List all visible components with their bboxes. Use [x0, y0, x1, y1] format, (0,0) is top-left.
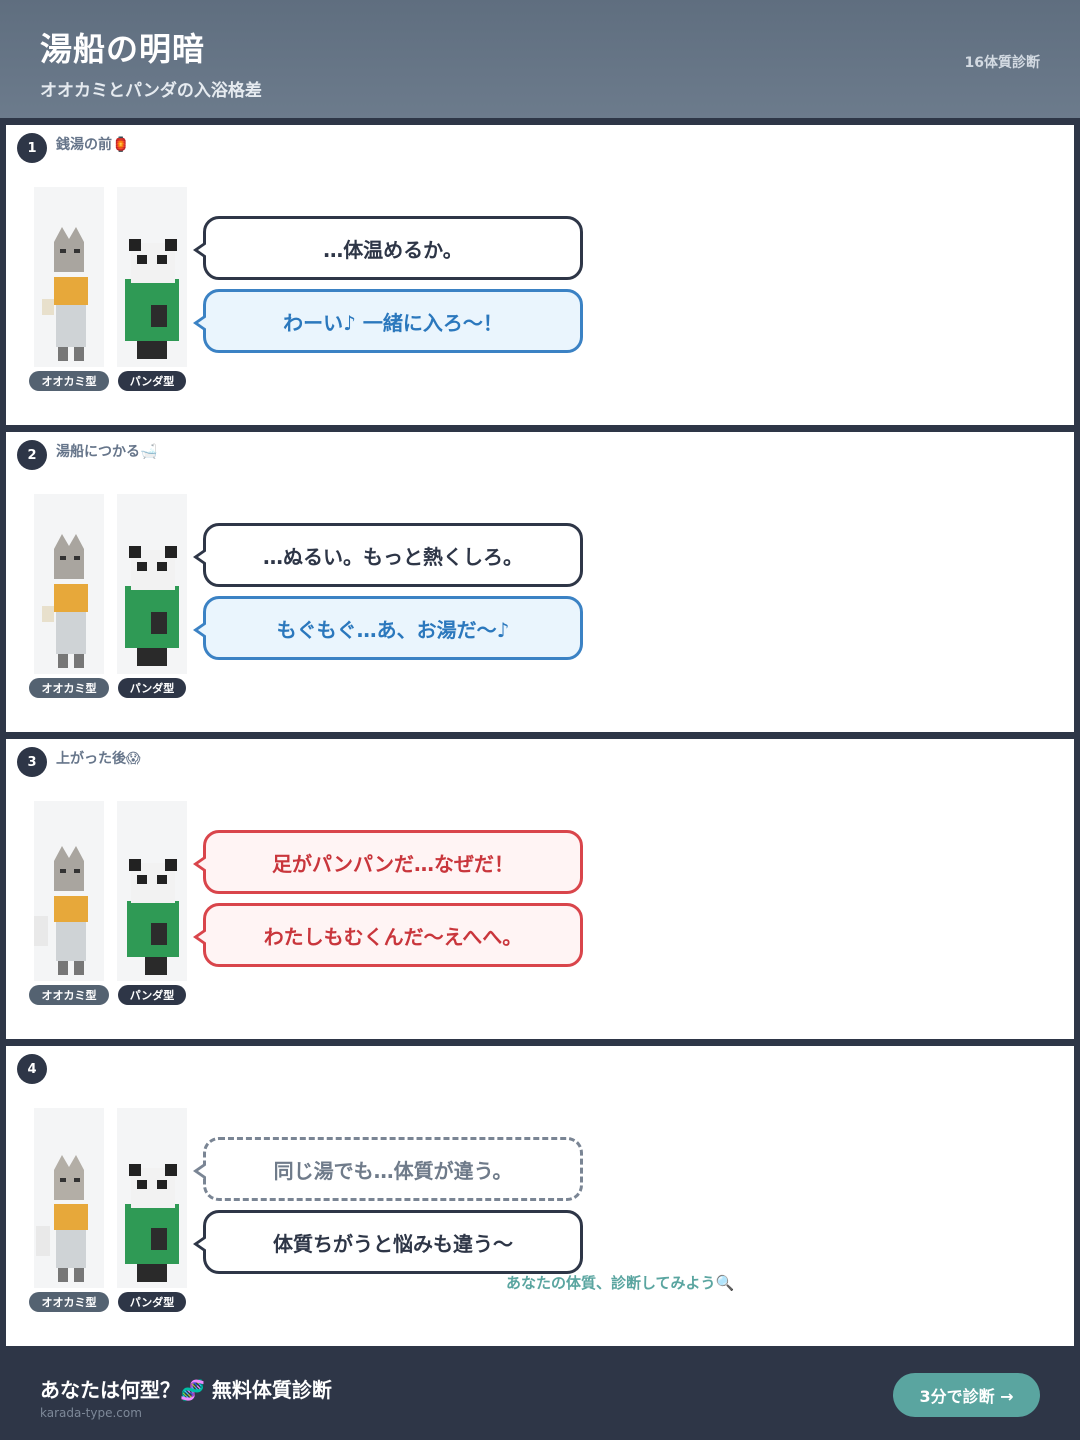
panda-character-image	[117, 494, 187, 674]
panel-number: 1	[17, 133, 47, 163]
comic-panel-1: 1 銭湯の前🏮 オオカミ型 パンダ型 …体温めるか。 わーい♪ 一緒に入ろ〜！	[6, 125, 1074, 425]
comic-panel-3: 3 上がった後😱 オオカミ型 パンダ型 足がパンパンだ…なぜだ！ わたしもむくん…	[6, 739, 1074, 1039]
start-diagnosis-button[interactable]: 3分で診断 →	[893, 1373, 1040, 1417]
header: 湯船の明暗 オオカミとパンダの入浴格差 16体質診断	[0, 0, 1080, 118]
panel-number: 2	[17, 440, 47, 470]
wolf-character-image	[34, 494, 104, 674]
wolf-speech-bubble: 足がパンパンだ…なぜだ！	[193, 830, 583, 894]
scene-caption: 上がった後😱	[56, 751, 141, 767]
panda-type-label: パンダ型	[118, 678, 186, 698]
wolf-character-image	[34, 1108, 104, 1288]
footer-banner: あなたは何型？🧬 無料体質診断 karada-type.com 3分で診断 →	[0, 1348, 1080, 1440]
wolf-speech-bubble: …体温めるか。	[193, 216, 583, 280]
page-subtitle: オオカミとパンダの入浴格差	[40, 81, 262, 101]
brand-tag: 16体質診断	[964, 55, 1040, 71]
wolf-type-label: オオカミ型	[29, 678, 109, 698]
panda-type-label: パンダ型	[118, 985, 186, 1005]
panda-character-image	[117, 1108, 187, 1288]
thought-bubble: 同じ湯でも…体質が違う。	[193, 1137, 583, 1201]
panda-speech-bubble: わーい♪ 一緒に入ろ〜！	[193, 289, 583, 353]
wolf-type-label: オオカミ型	[29, 371, 109, 391]
site-url[interactable]: karada-type.com	[40, 1406, 142, 1420]
panda-type-label: パンダ型	[118, 1292, 186, 1312]
wolf-character-image	[34, 187, 104, 367]
wolf-type-label: オオカミ型	[29, 985, 109, 1005]
wolf-speech-bubble: …ぬるい。もっと熱くしろ。	[193, 523, 583, 587]
panda-speech-bubble: わたしもむくんだ〜えへへ。	[193, 903, 583, 967]
scene-caption: 銭湯の前🏮	[56, 137, 130, 153]
wolf-type-label: オオカミ型	[29, 1292, 109, 1312]
panel-number: 4	[17, 1054, 47, 1084]
comic-panel-2: 2 湯船につかる🛁 オオカミ型 パンダ型 …ぬるい。もっと熱くしろ。 もぐもぐ……	[6, 432, 1074, 732]
panda-character-image	[117, 801, 187, 981]
scene-caption: 湯船につかる🛁	[56, 444, 158, 460]
panda-type-label: パンダ型	[118, 371, 186, 391]
wolf-character-image	[34, 801, 104, 981]
page-title: 湯船の明暗	[40, 30, 206, 68]
panda-speech-bubble: もぐもぐ…あ、お湯だ〜♪	[193, 596, 583, 660]
diagnosis-hint: あなたの体質、診断してみよう🔍	[506, 1274, 735, 1292]
speech-bubble: 体質ちがうと悩みも違う〜	[193, 1210, 583, 1274]
footer-title: あなたは何型？🧬 無料体質診断	[40, 1378, 332, 1402]
panel-number: 3	[17, 747, 47, 777]
comic-panel-4: 4 オオカミ型 パンダ型 同じ湯でも…体質が違う。 体質ちがうと悩みも違う〜 あ…	[6, 1046, 1074, 1346]
panda-character-image	[117, 187, 187, 367]
